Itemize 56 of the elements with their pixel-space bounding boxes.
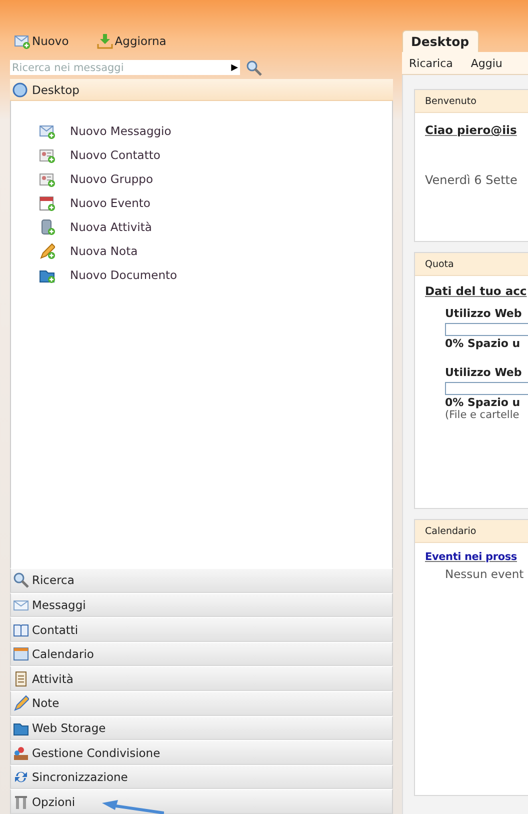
quick-action[interactable]: Nuovo Documento (39, 265, 178, 285)
search-field[interactable]: Ricerca nei messaggi ▶ (10, 60, 240, 75)
pointer-arrow (100, 800, 164, 814)
quick-action[interactable]: Nuova Attività (39, 217, 152, 237)
quick-action[interactable]: Nuovo Messaggio (39, 121, 172, 141)
nav-bar-item[interactable]: Attività (10, 666, 393, 692)
portlet-title: Benvenuto (425, 96, 476, 106)
section-title: Desktop (32, 82, 80, 96)
date-text: Venerdì 6 Sette (425, 173, 518, 187)
meter-reading: 0% Spazio u (445, 337, 522, 350)
tab[interactable]: Desktop (402, 30, 480, 52)
nav-bar-item[interactable]: Note (10, 691, 393, 716)
section-header[interactable]: Desktop (10, 79, 393, 101)
pencil-icon (13, 695, 29, 712)
book-icon (13, 622, 29, 638)
toolbar-button[interactable]: Aggiu (470, 56, 502, 70)
toolbar-button[interactable]: Ricarica (409, 56, 453, 70)
contact-card-icon (39, 147, 55, 163)
nav-bar-item[interactable]: Web Storage (10, 716, 393, 740)
meter-label: Utilizzo Web (445, 307, 523, 320)
envelope-icon (14, 33, 30, 49)
nav-bar-item[interactable]: Contatti (10, 617, 393, 642)
quick-action[interactable]: Nuovo Gruppo (39, 169, 153, 189)
quick-action[interactable]: Nuovo Contatto (39, 145, 160, 165)
nav-bar-item[interactable]: Ricerca (10, 568, 393, 593)
events-link[interactable]: Eventi nei pross (425, 551, 528, 563)
nav-bar-item[interactable]: Sincronizzazione (10, 764, 393, 790)
people-icon (13, 744, 29, 761)
globe-icon (12, 82, 28, 98)
pencil-icon (39, 243, 55, 259)
meter-reading: 0% Spazio u (445, 396, 522, 409)
nav-bar-item[interactable]: Messaggi (10, 592, 393, 618)
envelope-icon (39, 123, 55, 139)
calendar-icon (13, 646, 29, 662)
portlet-title: Quota (425, 258, 454, 270)
calendar-icon (39, 195, 55, 211)
quick-action[interactable]: Nuovo Evento (39, 193, 150, 213)
meter-note: (File e cartelle (445, 409, 520, 421)
arrow-icon[interactable]: ▶ (231, 62, 238, 72)
search-icon (13, 572, 29, 588)
greeting: Ciao piero@iis (425, 123, 518, 137)
nav-bar-item[interactable]: Calendario (10, 642, 393, 666)
download-icon (96, 33, 113, 49)
empty-message: Nessun event (444, 567, 525, 581)
toolbar-button[interactable]: Nuovo (12, 32, 71, 50)
quota-heading: Dati del tuo acc (425, 284, 528, 298)
nav-bar-item[interactable]: Gestione Condivisione (10, 740, 393, 765)
clipboard-icon (13, 670, 29, 687)
nav-bar-item[interactable]: Opzioni (10, 789, 393, 814)
portlet-title: Calendario (425, 526, 476, 536)
contact-card-icon (39, 171, 55, 187)
quick-action[interactable]: Nuova Nota (39, 241, 138, 261)
toolbar-button[interactable]: Aggiorna (94, 32, 168, 50)
search-icon[interactable] (246, 60, 262, 76)
meter-label: Utilizzo Web (445, 366, 523, 379)
tools-icon (13, 794, 29, 810)
